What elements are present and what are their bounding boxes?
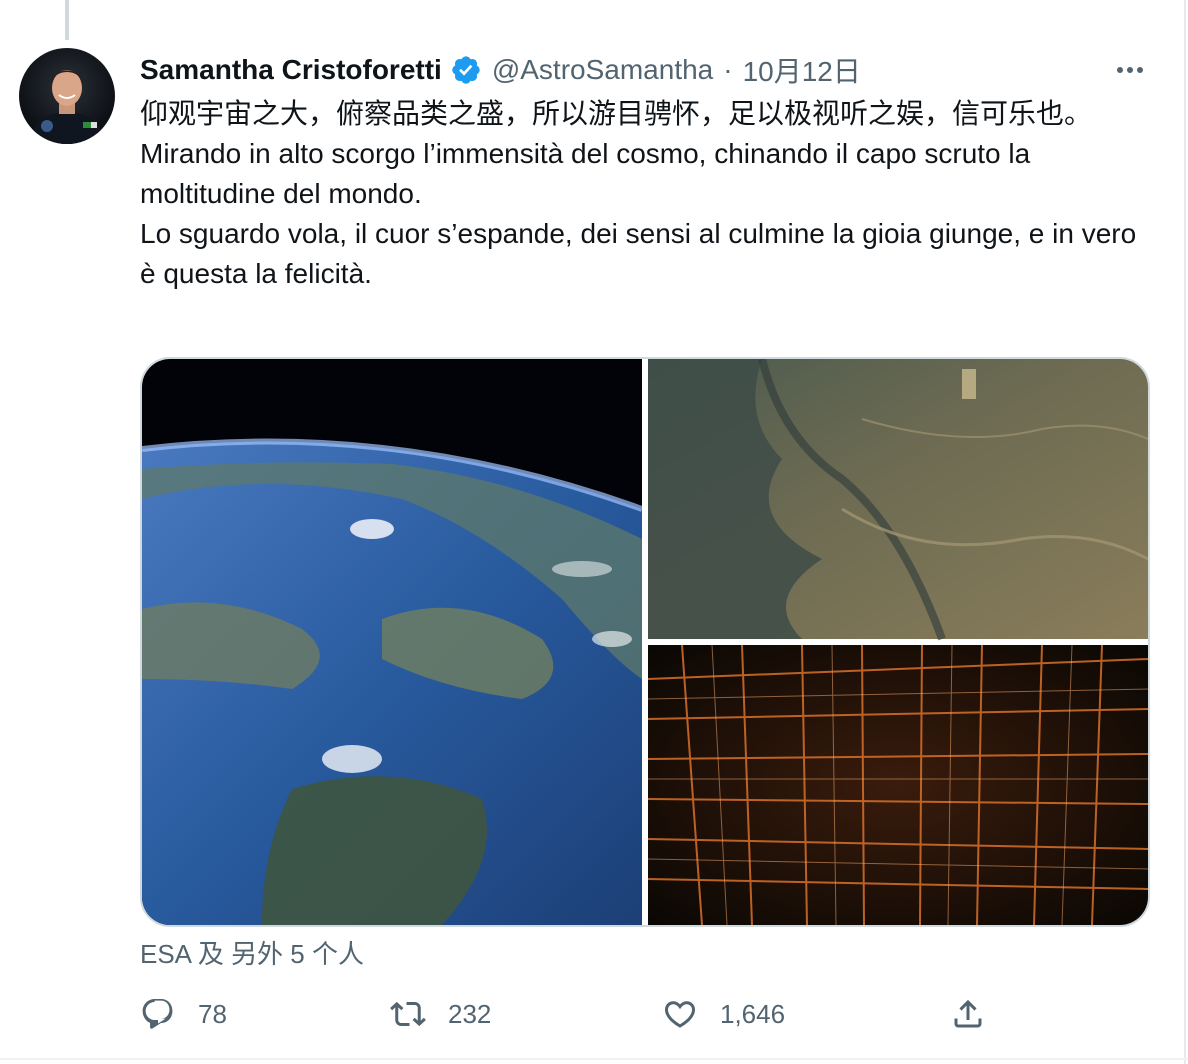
media-grid bbox=[140, 357, 1150, 927]
like-button[interactable]: 1,646 bbox=[662, 992, 785, 1036]
retweet-count: 232 bbox=[448, 998, 492, 1029]
tweet-line-italian-2: Lo sguardo vola, il cuor s’espande, dei … bbox=[140, 218, 1137, 289]
avatar[interactable] bbox=[19, 48, 115, 144]
tweet-divider bbox=[0, 1058, 1188, 1060]
author-name[interactable]: Samantha Cristoforetti bbox=[140, 54, 442, 86]
author-handle[interactable]: @AstroSamantha bbox=[492, 54, 713, 86]
verified-badge-icon bbox=[450, 54, 482, 86]
tagged-users[interactable]: ESA 及 另外 5 个人 bbox=[140, 934, 364, 971]
thread-connector-line bbox=[65, 0, 69, 40]
separator-dot: · bbox=[723, 54, 733, 85]
share-button[interactable] bbox=[950, 992, 986, 1036]
tweet-line-italian-1: Mirando in alto scorgo l’immensità del c… bbox=[140, 138, 1031, 209]
tweet-date[interactable]: 10月12日 bbox=[743, 50, 861, 90]
tweet-actions: 78 232 1,646 bbox=[140, 992, 1000, 1036]
column-border bbox=[1184, 0, 1186, 1064]
share-icon bbox=[954, 999, 982, 1028]
more-options-icon[interactable] bbox=[1110, 52, 1150, 88]
retweet-button[interactable]: 232 bbox=[390, 992, 491, 1036]
media-image-city-night[interactable] bbox=[647, 644, 1148, 925]
reply-button[interactable]: 78 bbox=[140, 992, 227, 1036]
avatar-image bbox=[33, 70, 101, 144]
tweet-header: Samantha Cristoforetti @AstroSamantha · … bbox=[140, 52, 1150, 88]
media-image-terrain[interactable] bbox=[648, 359, 1148, 641]
reply-icon bbox=[142, 999, 173, 1029]
retweet-icon bbox=[390, 1001, 426, 1027]
media-image-earth[interactable] bbox=[142, 359, 644, 925]
tweet-text: 仰观宇宙之大，俯察品类之盛，所以游目骋怀，足以极视听之娱，信可乐也。 Miran… bbox=[140, 94, 1140, 294]
heart-icon bbox=[664, 1001, 696, 1028]
tweet-line-chinese: 仰观宇宙之大，俯察品类之盛，所以游目骋怀，足以极视听之娱，信可乐也。 bbox=[140, 98, 1093, 129]
reply-count: 78 bbox=[198, 998, 227, 1029]
like-count: 1,646 bbox=[720, 998, 786, 1029]
